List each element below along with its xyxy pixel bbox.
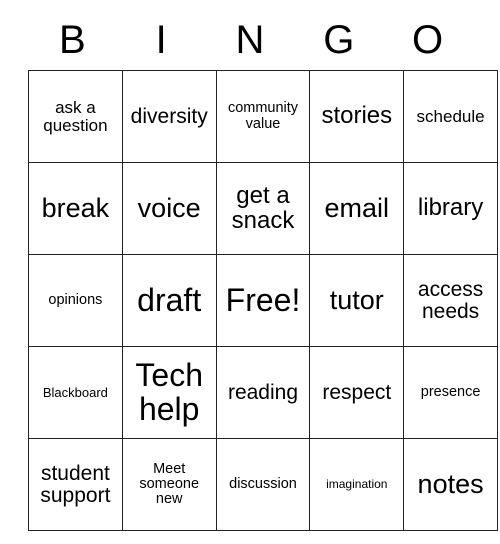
bingo-cell-g3[interactable]: tutor: [309, 254, 405, 347]
bingo-header-letter-n: N: [235, 18, 265, 62]
bingo-card: B I N G O ask a question diversity commu…: [28, 10, 498, 531]
bingo-cell-b5[interactable]: student support: [28, 438, 123, 531]
bingo-header-letter-g: G: [323, 18, 355, 62]
bingo-cell-label: reading: [227, 380, 299, 404]
bingo-cell-label: ask a question: [43, 97, 108, 135]
bingo-cell-g5[interactable]: imagination: [309, 438, 405, 531]
bingo-cell-i5[interactable]: Meet someone new: [121, 438, 217, 531]
bingo-cell-label: respect: [322, 380, 392, 404]
bingo-cell-label: schedule: [416, 106, 485, 126]
bingo-cell-label: Blackboard: [42, 384, 108, 400]
bingo-cell-label: presence: [420, 383, 481, 400]
bingo-cell-label: community value: [227, 100, 299, 132]
bingo-cell-b2[interactable]: break: [28, 162, 123, 255]
bingo-cell-label: imagination: [326, 477, 388, 492]
bingo-cell-o4[interactable]: presence: [403, 346, 498, 439]
bingo-cell-label: draft: [137, 281, 202, 318]
bingo-cell-o5[interactable]: notes: [403, 438, 498, 531]
bingo-free-space-label: Free!: [225, 281, 301, 318]
bingo-header-row: B I N G O: [28, 10, 472, 70]
bingo-row-1: ask a question diversity community value…: [28, 70, 498, 163]
bingo-cell-n2[interactable]: get a snack: [215, 162, 311, 255]
bingo-row-2: break voice get a snack email library: [28, 162, 498, 255]
bingo-cell-label: email: [324, 193, 390, 224]
bingo-cell-o1[interactable]: schedule: [403, 70, 498, 163]
bingo-cell-n1[interactable]: community value: [215, 70, 311, 163]
bingo-cell-g1[interactable]: stories: [309, 70, 405, 163]
bingo-header-letter-b: B: [59, 18, 86, 62]
bingo-cell-i3[interactable]: draft: [121, 254, 217, 347]
bingo-cell-b1[interactable]: ask a question: [28, 70, 123, 163]
bingo-cell-o2[interactable]: library: [403, 162, 498, 255]
bingo-cell-g4[interactable]: respect: [309, 346, 405, 439]
bingo-grid: ask a question diversity community value…: [28, 70, 498, 531]
bingo-row-5: student support Meet someone new discuss…: [28, 438, 498, 531]
bingo-cell-label: Meet someone new: [139, 460, 200, 508]
bingo-row-3: opinions draft Free! tutor access needs: [28, 254, 498, 347]
bingo-cell-label: notes: [417, 469, 484, 500]
bingo-cell-n4[interactable]: reading: [215, 346, 311, 439]
bingo-row-4: Blackboard Tech help reading respect pre…: [28, 346, 498, 439]
bingo-cell-b4[interactable]: Blackboard: [28, 346, 123, 439]
bingo-cell-label: Tech help: [135, 357, 203, 427]
bingo-cell-i4[interactable]: Tech help: [121, 346, 217, 439]
bingo-cell-label: voice: [137, 193, 201, 224]
bingo-cell-label: stories: [321, 102, 393, 130]
bingo-cell-label: break: [41, 193, 110, 224]
bingo-cell-label: library: [417, 194, 484, 222]
bingo-cell-label: opinions: [48, 291, 103, 308]
bingo-cell-n5[interactable]: discussion: [215, 438, 311, 531]
bingo-cell-label: diversity: [130, 104, 208, 128]
bingo-cell-label: tutor: [329, 285, 384, 316]
bingo-cell-i2[interactable]: voice: [121, 162, 217, 255]
bingo-header-letter-o: O: [412, 18, 444, 62]
bingo-cell-label: get a snack: [231, 181, 295, 234]
bingo-cell-b3[interactable]: opinions: [28, 254, 123, 347]
bingo-cell-label: student support: [40, 461, 111, 507]
bingo-cell-i1[interactable]: diversity: [121, 70, 217, 163]
bingo-cell-g2[interactable]: email: [309, 162, 405, 255]
bingo-cell-free-space[interactable]: Free!: [215, 254, 311, 347]
bingo-cell-label: discussion: [229, 475, 297, 492]
bingo-header-letter-i: I: [155, 18, 167, 62]
bingo-cell-o3[interactable]: access needs: [403, 254, 498, 347]
bingo-cell-label: access needs: [417, 277, 484, 323]
